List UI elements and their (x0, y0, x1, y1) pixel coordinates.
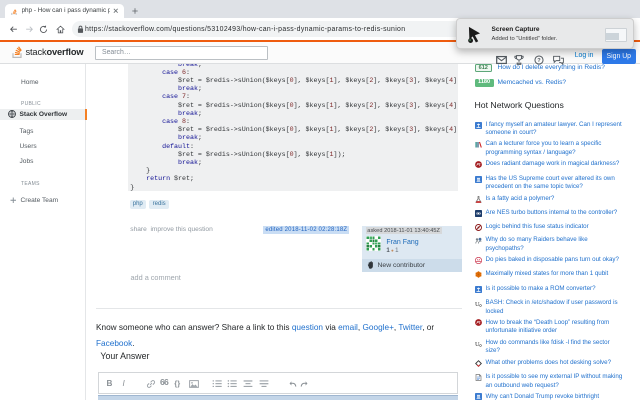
svg-text:U: U (475, 300, 480, 306)
svg-text:?: ? (537, 58, 541, 64)
svg-text:U: U (475, 340, 480, 346)
